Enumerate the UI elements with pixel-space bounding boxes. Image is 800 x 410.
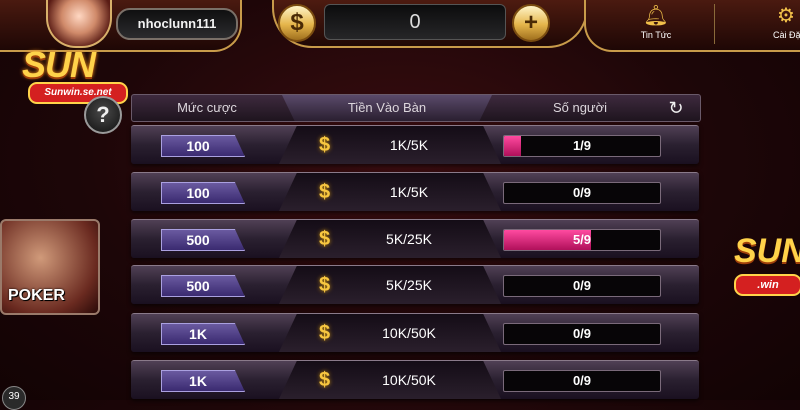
right-logo-text: SUN: [734, 232, 800, 270]
bet-amount: 100: [161, 182, 245, 204]
bet-amount: 100: [161, 135, 245, 157]
balance-panel: $ 0 +: [272, 0, 588, 48]
settings-label[interactable]: Cài Đặt: [768, 30, 800, 40]
column-players: Số người: [552, 100, 608, 115]
table-header: Mức cược Tiền Vào Bàn Số người ↻: [131, 94, 701, 122]
bet-amount: 500: [161, 229, 245, 251]
news-label[interactable]: Tin Tức: [634, 30, 678, 40]
bet-amount: 1K: [161, 370, 245, 392]
column-entry: Tiền Vào Bàn: [347, 100, 427, 115]
gear-icon[interactable]: ⚙: [766, 4, 800, 28]
entry-amount: 1K/5K: [389, 184, 429, 200]
players-bar: 0/9: [503, 323, 661, 345]
table-row[interactable]: 1K $ 10K/50K 0/9: [131, 313, 699, 352]
players-count: 1/9: [572, 138, 592, 153]
dollar-icon: $: [319, 228, 331, 250]
column-bet: Mức cược: [177, 100, 237, 115]
dollar-icon: $: [319, 134, 331, 156]
balance-value: 0: [324, 4, 506, 40]
entry-amount: 10K/50K: [382, 372, 436, 388]
players-bar: 5/9: [503, 229, 661, 251]
players-count: 0/9: [572, 373, 592, 388]
level-badge: 39: [2, 386, 26, 410]
bet-amount: 500: [161, 275, 245, 297]
currency-icon: $: [278, 4, 316, 42]
players-bar: 0/9: [503, 370, 661, 392]
add-funds-button[interactable]: +: [512, 4, 550, 42]
players-count: 0/9: [572, 185, 592, 200]
divider: [714, 4, 715, 44]
table-row[interactable]: 500 $ 5K/25K 0/9: [131, 265, 699, 304]
table-row[interactable]: 1K $ 10K/50K 0/9: [131, 360, 699, 399]
username-display: nhoclunn111: [116, 8, 238, 40]
table-row[interactable]: 100 $ 1K/5K 0/9: [131, 172, 699, 211]
dollar-icon: $: [319, 322, 331, 344]
entry-amount: 5K/25K: [386, 231, 432, 247]
right-logo-subtext: .win: [734, 274, 800, 296]
dollar-icon: $: [319, 274, 331, 296]
poker-game-banner[interactable]: POKER: [0, 219, 100, 315]
logo-text: SUN: [22, 44, 96, 85]
bet-amount: 1K: [161, 323, 245, 345]
top-right-panel: 🔔︎ Tin Tức ⚙ Cài Đặt: [584, 0, 800, 52]
players-bar: 1/9: [503, 135, 661, 157]
entry-amount: 1K/5K: [389, 137, 429, 153]
table-row[interactable]: 500 $ 5K/25K 5/9: [131, 219, 699, 258]
entry-amount: 5K/25K: [386, 277, 432, 293]
poker-label: POKER: [8, 287, 65, 304]
bell-icon[interactable]: 🔔︎: [636, 4, 676, 28]
entry-amount: 10K/50K: [382, 325, 436, 341]
right-sun-logo: SUN .win: [724, 204, 800, 312]
table-row[interactable]: 100 $ 1K/5K 1/9: [131, 125, 699, 164]
players-count: 0/9: [572, 326, 592, 341]
help-button[interactable]: ?: [84, 96, 122, 134]
refresh-icon[interactable]: ↻: [666, 98, 686, 118]
players-bar: 0/9: [503, 182, 661, 204]
players-count: 0/9: [572, 278, 592, 293]
dollar-icon: $: [319, 181, 331, 203]
dollar-icon: $: [319, 369, 331, 391]
players-count: 5/9: [572, 232, 592, 247]
players-bar: 0/9: [503, 275, 661, 297]
